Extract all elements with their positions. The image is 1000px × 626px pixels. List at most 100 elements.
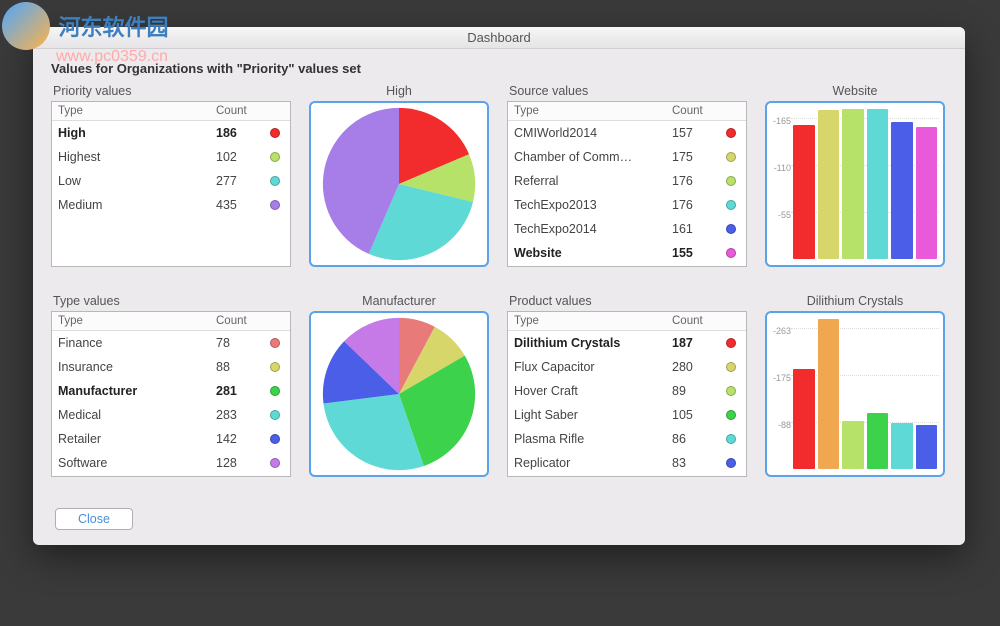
cell-type: Low — [58, 172, 216, 190]
panel-label-type: Type values — [51, 294, 291, 308]
table-row[interactable]: Website155 — [508, 241, 746, 265]
color-dot-icon — [726, 224, 736, 234]
table-row[interactable]: Retailer142 — [52, 427, 290, 451]
col-type[interactable]: Type — [52, 102, 210, 120]
chart-title: Dilithium Crystals — [765, 294, 945, 308]
cell-color — [722, 458, 740, 468]
bar[interactable] — [867, 413, 889, 469]
table-header: TypeCount — [52, 312, 290, 331]
bar[interactable] — [891, 122, 913, 259]
table-row[interactable]: Hover Craft89 — [508, 379, 746, 403]
cell-count: 157 — [672, 124, 722, 142]
color-dot-icon — [726, 410, 736, 420]
cell-type: Dilithium Crystals — [514, 334, 672, 352]
bar[interactable] — [818, 110, 840, 259]
table-row[interactable]: Replicator83 — [508, 451, 746, 475]
table-row[interactable]: Medical283 — [52, 403, 290, 427]
col-color — [268, 312, 290, 330]
cell-type: Highest — [58, 148, 216, 166]
pie-chart[interactable] — [309, 311, 489, 477]
table-row[interactable]: High186 — [52, 121, 290, 145]
bar[interactable] — [916, 127, 938, 259]
panel-label-product: Product values — [507, 294, 747, 308]
table-row[interactable]: TechExpo2013176 — [508, 193, 746, 217]
cell-count: 281 — [216, 382, 266, 400]
cell-color — [722, 152, 740, 162]
col-count[interactable]: Count — [666, 312, 724, 330]
color-dot-icon — [726, 338, 736, 348]
cell-count: 83 — [672, 454, 722, 472]
bar-chart[interactable]: -88-175-263 — [765, 311, 945, 477]
table-row[interactable]: CMIWorld2014157 — [508, 121, 746, 145]
bar-ticks: -55-110-165 — [769, 107, 791, 261]
chart-title: Website — [765, 84, 945, 98]
cell-color — [266, 128, 284, 138]
cell-count: 78 — [216, 334, 266, 352]
bar-chart[interactable]: -55-110-165 — [765, 101, 945, 267]
close-button[interactable]: Close — [55, 508, 133, 530]
cell-type: Light Saber — [514, 406, 672, 424]
col-count[interactable]: Count — [666, 102, 724, 120]
table-row[interactable]: Medium435 — [52, 193, 290, 217]
table-row[interactable]: Dilithium Crystals187 — [508, 331, 746, 355]
color-dot-icon — [270, 410, 280, 420]
table-source[interactable]: TypeCountCMIWorld2014157Chamber of Comm…… — [507, 101, 747, 267]
table-row[interactable]: Plasma Rifle86 — [508, 427, 746, 451]
bar[interactable] — [891, 423, 913, 469]
dashboard-window: Dashboard Values for Organizations with … — [33, 27, 965, 545]
panel-label-source: Source values — [507, 84, 747, 98]
col-type[interactable]: Type — [508, 102, 666, 120]
cell-type: Medium — [58, 196, 216, 214]
cell-type: Software — [58, 454, 216, 472]
bar[interactable] — [867, 109, 889, 259]
cell-color — [722, 410, 740, 420]
col-count[interactable]: Count — [210, 312, 268, 330]
bar[interactable] — [842, 421, 864, 469]
cell-color — [266, 386, 284, 396]
cell-count: 102 — [216, 148, 266, 166]
cell-color — [266, 200, 284, 210]
table-row[interactable]: Insurance88 — [52, 355, 290, 379]
color-dot-icon — [270, 176, 280, 186]
bar[interactable] — [793, 369, 815, 469]
table-priority[interactable]: TypeCountHigh186Highest102Low277Medium43… — [51, 101, 291, 267]
table-row[interactable]: Flux Capacitor280 — [508, 355, 746, 379]
cell-type: Medical — [58, 406, 216, 424]
col-count[interactable]: Count — [210, 102, 268, 120]
cell-type: TechExpo2014 — [514, 220, 672, 238]
table-row[interactable]: Software128 — [52, 451, 290, 475]
bar[interactable] — [916, 425, 938, 469]
panel-label-priority: Priority values — [51, 84, 291, 98]
cell-count: 176 — [672, 172, 722, 190]
bar[interactable] — [842, 109, 864, 259]
table-row[interactable]: Referral176 — [508, 169, 746, 193]
table-product[interactable]: TypeCountDilithium Crystals187Flux Capac… — [507, 311, 747, 477]
pie-chart[interactable] — [309, 101, 489, 267]
color-dot-icon — [726, 434, 736, 444]
color-dot-icon — [270, 362, 280, 372]
table-row[interactable]: TechExpo2014161 — [508, 217, 746, 241]
color-dot-icon — [726, 200, 736, 210]
table-row[interactable]: Low277 — [52, 169, 290, 193]
table-type[interactable]: TypeCountFinance78Insurance88Manufacture… — [51, 311, 291, 477]
cell-type: Insurance — [58, 358, 216, 376]
watermark-name: 河东软件园 — [58, 15, 168, 40]
col-color — [268, 102, 290, 120]
table-row[interactable]: Light Saber105 — [508, 403, 746, 427]
color-dot-icon — [270, 458, 280, 468]
cell-count: 283 — [216, 406, 266, 424]
cell-count: 105 — [672, 406, 722, 424]
table-row[interactable]: Highest102 — [52, 145, 290, 169]
cell-count: 175 — [672, 148, 722, 166]
color-dot-icon — [726, 458, 736, 468]
table-row[interactable]: Chamber of Comm…175 — [508, 145, 746, 169]
cell-color — [266, 434, 284, 444]
col-type[interactable]: Type — [52, 312, 210, 330]
table-row[interactable]: Manufacturer281 — [52, 379, 290, 403]
cell-count: 142 — [216, 430, 266, 448]
cell-count: 161 — [672, 220, 722, 238]
bar[interactable] — [818, 319, 840, 469]
bar[interactable] — [793, 125, 815, 259]
table-row[interactable]: Finance78 — [52, 331, 290, 355]
col-type[interactable]: Type — [508, 312, 666, 330]
